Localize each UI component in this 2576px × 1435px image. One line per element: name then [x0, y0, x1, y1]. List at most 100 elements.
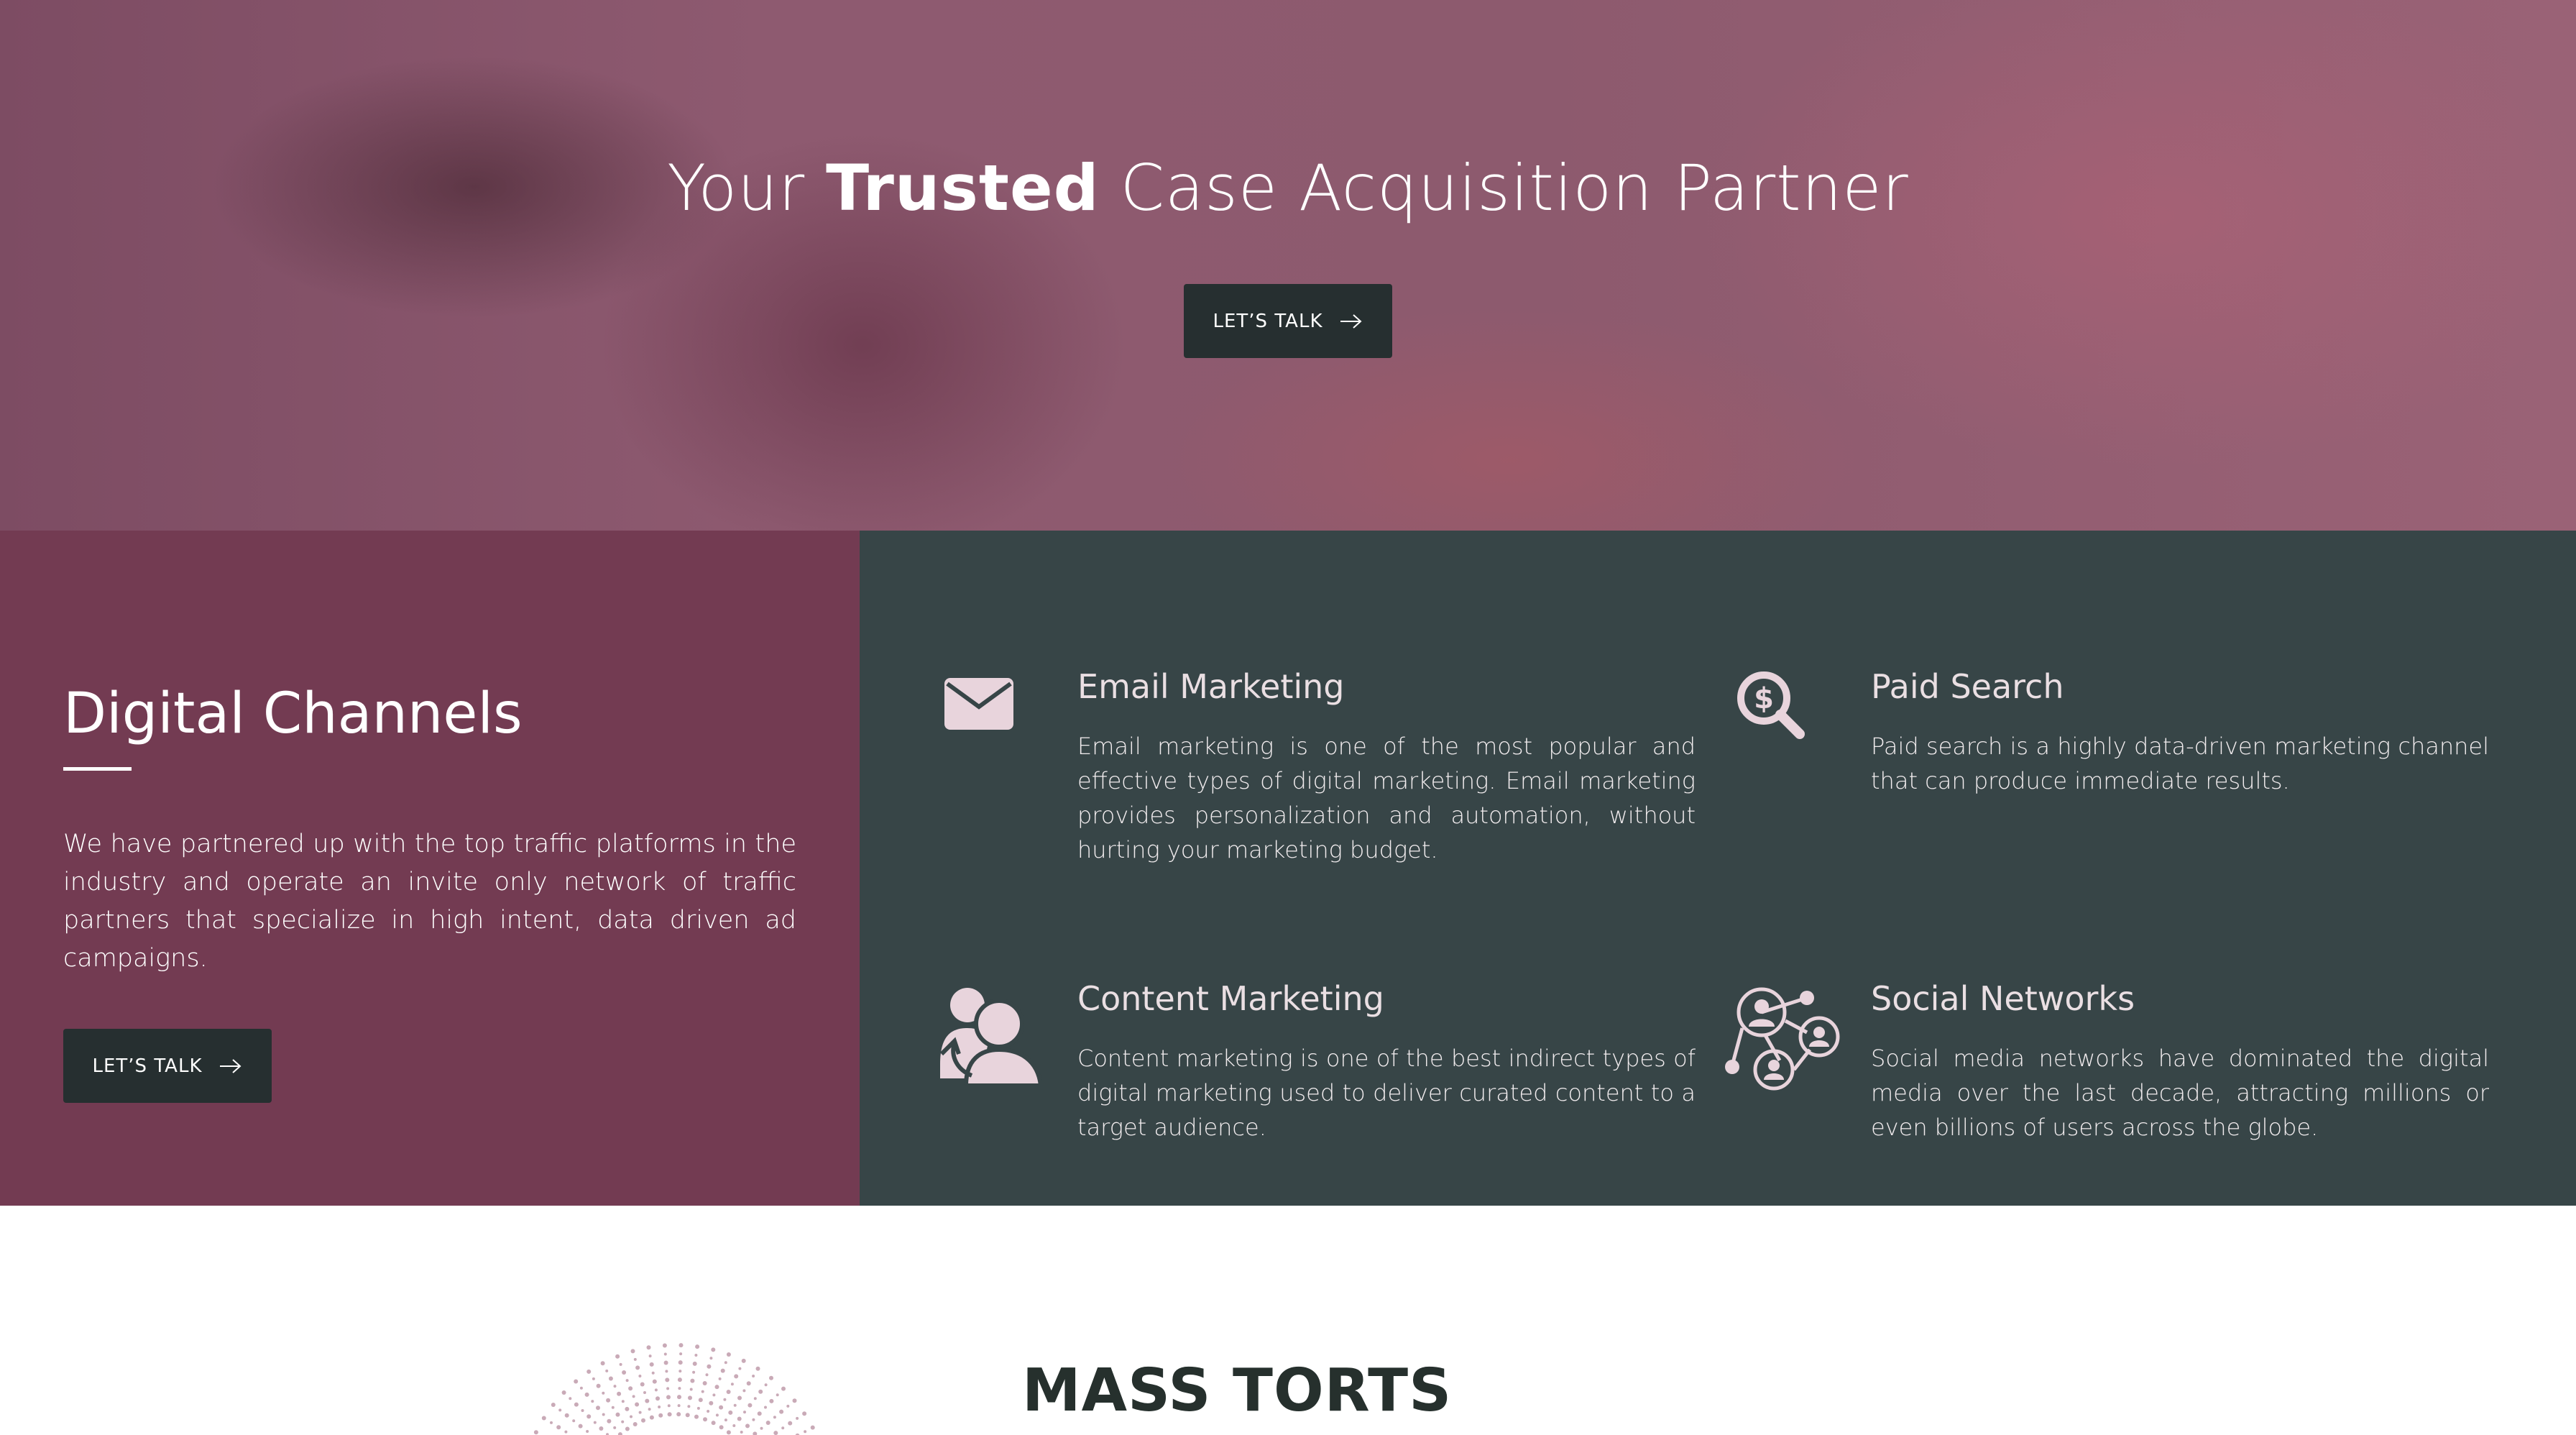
- decorative-dot: [617, 1432, 622, 1435]
- decorative-dot: [726, 1390, 731, 1394]
- decorative-dot: [666, 1387, 670, 1390]
- service-content-marketing: Content Marketing Content marketing is o…: [1077, 979, 1696, 1145]
- decorative-dot: [551, 1403, 556, 1407]
- services-panel: Email Marketing Email marketing is one o…: [860, 531, 2576, 1206]
- decorative-dot: [796, 1416, 799, 1420]
- decorative-dot: [665, 1377, 670, 1383]
- decorative-dot: [550, 1421, 553, 1424]
- decorative-dot: [658, 1406, 661, 1408]
- decorative-dot: [742, 1389, 746, 1393]
- decorative-dot: [596, 1406, 600, 1411]
- envelope-icon: [944, 678, 1013, 730]
- decorative-dot: [677, 1377, 682, 1383]
- service-title: Social Networks: [1871, 979, 2135, 1018]
- decorative-dot: [666, 1395, 671, 1400]
- decorative-dot: [586, 1369, 592, 1374]
- decorative-dot: [732, 1424, 736, 1427]
- decorative-dot: [633, 1357, 637, 1361]
- decorative-dot: [746, 1381, 751, 1386]
- decorative-dot: [569, 1397, 572, 1400]
- decorative-dot: [621, 1400, 625, 1403]
- decorative-dot: [679, 1352, 683, 1356]
- decorative-dot: [687, 1405, 691, 1408]
- decorative-dot: [564, 1430, 568, 1434]
- decorative-dot: [720, 1368, 725, 1373]
- service-title: Email Marketing: [1077, 667, 1345, 706]
- svg-text:$: $: [1754, 682, 1774, 715]
- decorative-dot: [613, 1385, 617, 1388]
- decorative-dot: [615, 1354, 620, 1359]
- service-text: Email marketing is one of the most popul…: [1077, 733, 1696, 863]
- decorative-dot: [764, 1406, 767, 1409]
- decorative-dot: [678, 1343, 684, 1348]
- decorative-dot: [753, 1397, 757, 1400]
- decorative-dot: [602, 1391, 605, 1395]
- decorative-dot: [651, 1371, 655, 1375]
- service-text: Content marketing is one of the best ind…: [1077, 1045, 1696, 1141]
- decorative-dot: [694, 1354, 698, 1357]
- decorative-dot: [692, 1361, 697, 1366]
- hero-button-label: LET’S TALK: [1213, 310, 1323, 332]
- decorative-dot: [607, 1418, 612, 1423]
- decorative-dot: [724, 1361, 727, 1365]
- decorative-dot: [781, 1426, 785, 1430]
- decorative-dot: [608, 1376, 613, 1381]
- decorative-dot: [654, 1388, 658, 1392]
- digital-channels-panel: Digital Channels We have partnered up wi…: [0, 531, 860, 1206]
- decorative-dot: [606, 1398, 611, 1403]
- dotted-globe-graphic: [533, 1343, 815, 1435]
- decorative-dot: [591, 1400, 594, 1403]
- decorative-dot: [677, 1404, 681, 1408]
- decorative-dot: [617, 1391, 622, 1396]
- service-text: Paid search is a highly data-driven mark…: [1871, 733, 2489, 794]
- decorative-dot: [723, 1398, 727, 1401]
- decorative-dot: [678, 1387, 681, 1390]
- decorative-dot: [648, 1354, 652, 1358]
- decorative-dot: [752, 1375, 755, 1377]
- service-paid-search: Paid Search Paid search is a highly data…: [1871, 667, 2489, 798]
- hero-title: Your Trusted Case Acquisition Partner: [667, 151, 1909, 225]
- users-content-icon: [939, 988, 1042, 1086]
- decorative-dot: [643, 1391, 646, 1394]
- decorative-dot: [645, 1398, 650, 1403]
- decorative-dot: [586, 1430, 589, 1433]
- decorative-dot: [712, 1393, 716, 1397]
- decorative-dot: [740, 1431, 743, 1434]
- decorative-dot: [698, 1398, 703, 1403]
- decorative-dot: [579, 1386, 583, 1390]
- decorative-dot: [622, 1370, 627, 1375]
- channels-lets-talk-button[interactable]: LET’S TALK: [63, 1029, 272, 1103]
- decorative-dot: [663, 1360, 668, 1365]
- decorative-dot: [718, 1377, 722, 1380]
- decorative-dot: [743, 1411, 746, 1414]
- decorative-dot: [625, 1406, 630, 1411]
- decorative-dot: [578, 1423, 583, 1429]
- decorative-dot: [733, 1403, 737, 1407]
- decorative-dot: [574, 1379, 579, 1384]
- decorative-dot: [804, 1430, 807, 1434]
- decorative-dot: [692, 1370, 696, 1374]
- decorative-dot: [773, 1431, 778, 1435]
- decorative-dot: [701, 1390, 704, 1393]
- decorative-dot: [711, 1421, 716, 1426]
- decorative-dot: [707, 1364, 712, 1369]
- hero-section: Your Trusted Case Acquisition Partner LE…: [0, 0, 2576, 531]
- decorative-dot: [707, 1410, 710, 1413]
- decorative-dot: [764, 1383, 768, 1387]
- decorative-dot: [758, 1389, 763, 1394]
- decorative-dot: [730, 1383, 734, 1386]
- decorative-dot: [755, 1366, 760, 1371]
- decorative-dot: [630, 1415, 632, 1418]
- decorative-dot: [786, 1404, 790, 1408]
- decorative-dot: [810, 1425, 815, 1430]
- decorative-dot: [757, 1411, 762, 1416]
- decorative-dot: [561, 1390, 566, 1395]
- decorative-dot: [658, 1413, 663, 1418]
- decorative-dot: [711, 1347, 716, 1352]
- hero-lets-talk-button[interactable]: LET’S TALK: [1184, 284, 1392, 358]
- decorative-dot: [688, 1395, 692, 1400]
- decorative-dot: [605, 1369, 609, 1372]
- service-text: Social media networks have dominated the…: [1871, 1045, 2489, 1141]
- arrow-right-icon: [1340, 313, 1361, 329]
- social-network-icon: [1725, 987, 1840, 1091]
